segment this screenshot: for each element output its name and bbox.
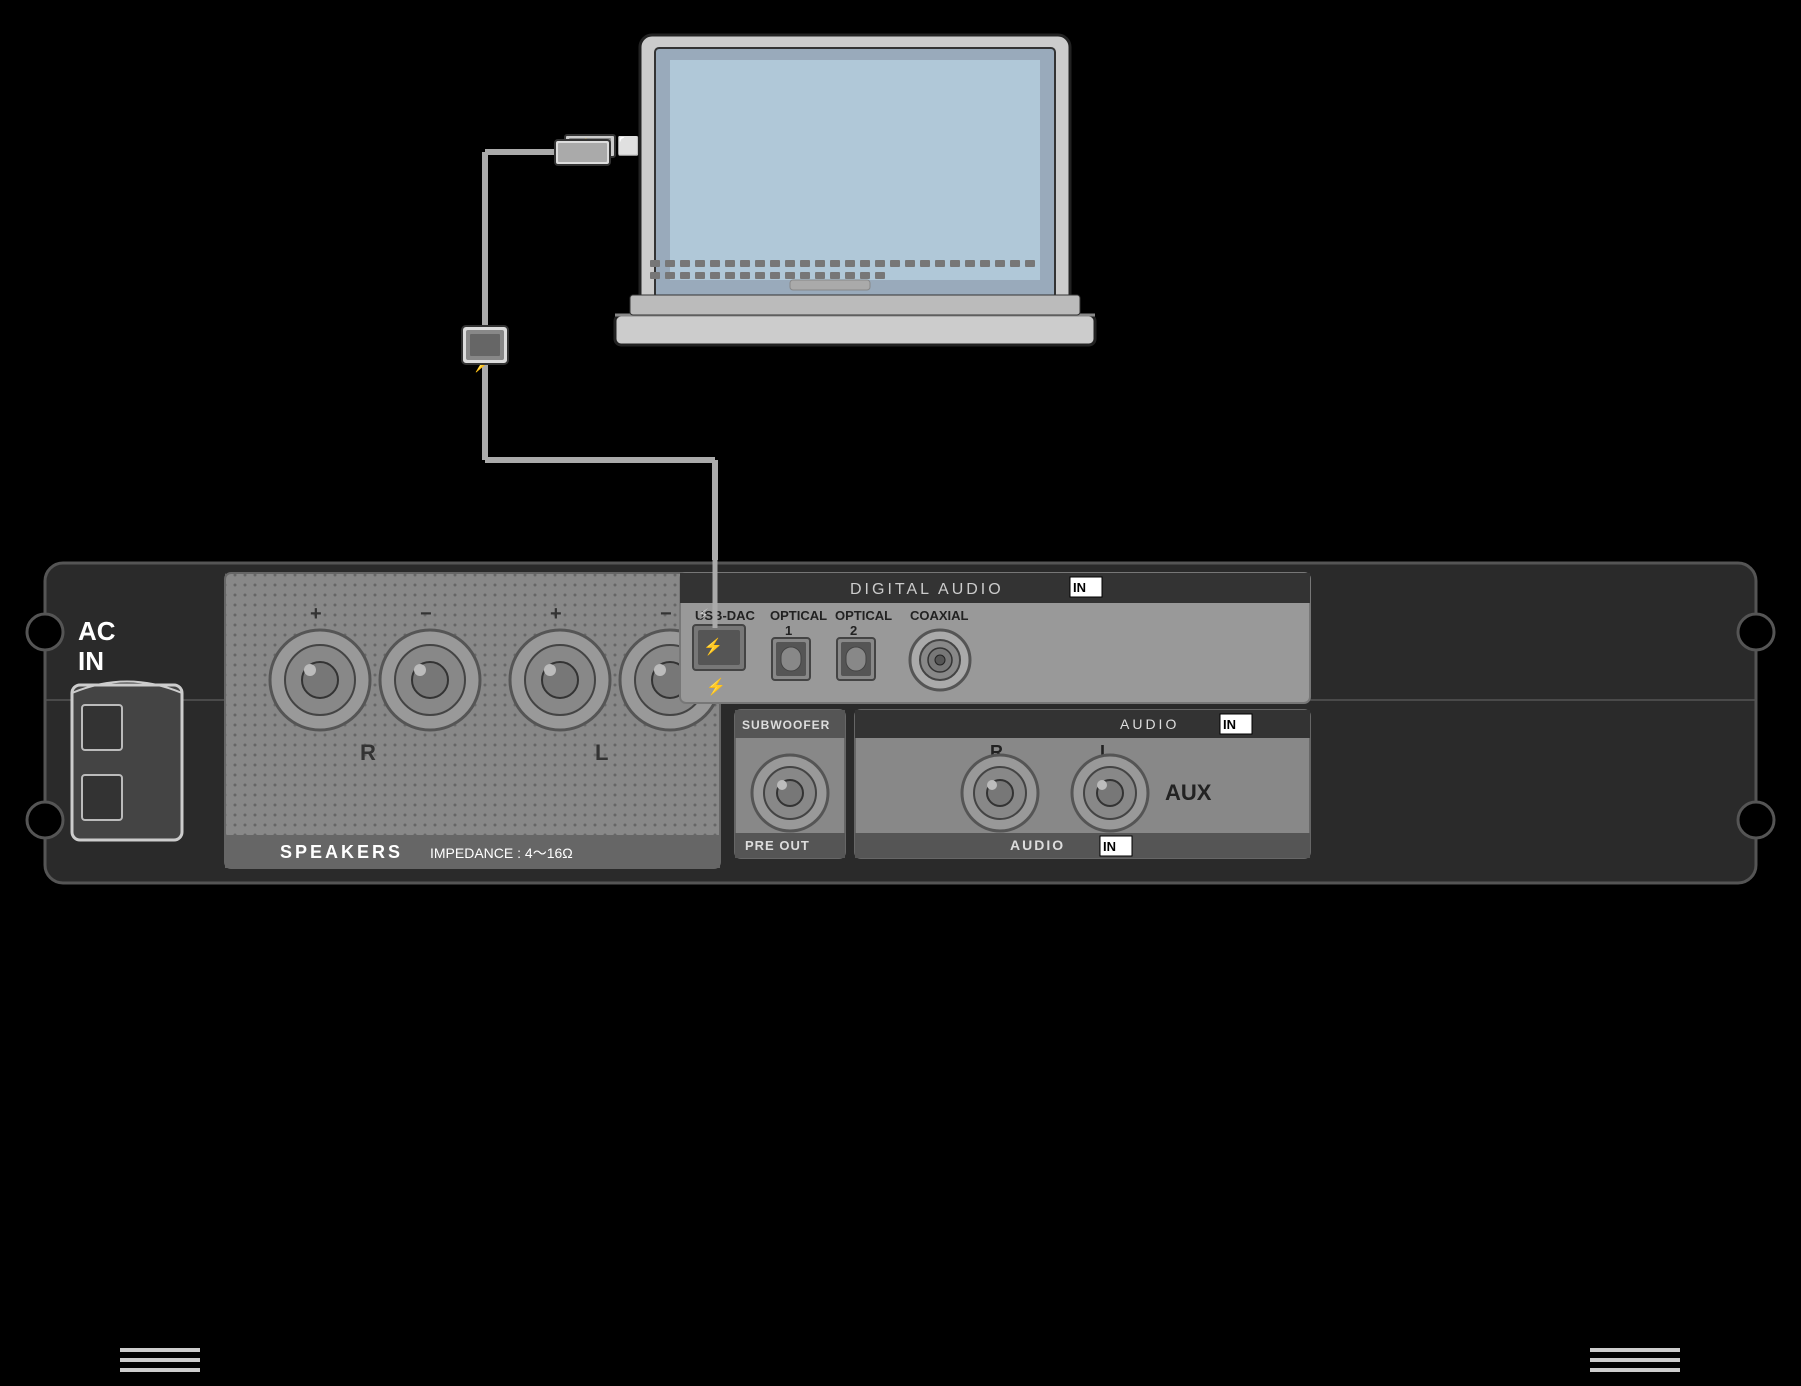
- svg-text:IN: IN: [1103, 839, 1116, 854]
- svg-text:AUDIO: AUDIO: [1010, 837, 1065, 853]
- svg-text:L: L: [595, 740, 608, 765]
- svg-text:AUX: AUX: [1165, 780, 1212, 805]
- svg-text:⬜: ⬜: [617, 135, 639, 156]
- svg-text:R: R: [360, 740, 376, 765]
- svg-text:SPEAKERS: SPEAKERS: [280, 842, 403, 862]
- svg-text:IN: IN: [1073, 580, 1086, 595]
- svg-text:−: −: [660, 603, 672, 625]
- svg-text:IN: IN: [78, 646, 104, 676]
- svg-text:OPTICAL: OPTICAL: [770, 608, 827, 623]
- svg-text:PRE OUT: PRE OUT: [745, 838, 810, 853]
- svg-text:⚡: ⚡: [703, 637, 723, 656]
- svg-text:⚡: ⚡: [706, 677, 726, 696]
- svg-text:1: 1: [785, 623, 792, 638]
- svg-text:USB-DAC: USB-DAC: [695, 608, 756, 623]
- svg-text:+: +: [550, 603, 562, 625]
- svg-text:IN: IN: [1223, 717, 1236, 732]
- svg-text:2: 2: [850, 623, 857, 638]
- svg-text:DIGITAL AUDIO: DIGITAL AUDIO: [850, 581, 1004, 598]
- svg-text:−: −: [420, 603, 432, 625]
- svg-text:AC: AC: [78, 616, 116, 646]
- svg-text:L: L: [1100, 742, 1111, 762]
- svg-text:AUDIO: AUDIO: [1120, 716, 1179, 732]
- svg-text:IMPEDANCE : 4～16Ω: IMPEDANCE : 4～16Ω: [430, 845, 573, 861]
- svg-text:OPTICAL: OPTICAL: [835, 608, 892, 623]
- svg-text:⚡: ⚡: [475, 341, 482, 355]
- usb-cable-diagram: ⚡ ⬜ ✦ ⚡ ⚡: [0, 0, 1801, 1386]
- svg-text:⚡: ⚡: [470, 349, 495, 373]
- svg-text:COAXIAL: COAXIAL: [910, 608, 969, 623]
- svg-text:SUBWOOFER: SUBWOOFER: [742, 718, 830, 732]
- svg-text:+: +: [310, 603, 322, 625]
- diagram-area: ⚡ ⬜ ✦ ⚡ ⚡: [0, 0, 1801, 1386]
- svg-text:⚡: ⚡: [573, 138, 590, 155]
- svg-text:⚡: ⚡: [698, 604, 709, 625]
- svg-text:R: R: [990, 742, 1003, 762]
- svg-text:✦: ✦: [474, 338, 486, 354]
